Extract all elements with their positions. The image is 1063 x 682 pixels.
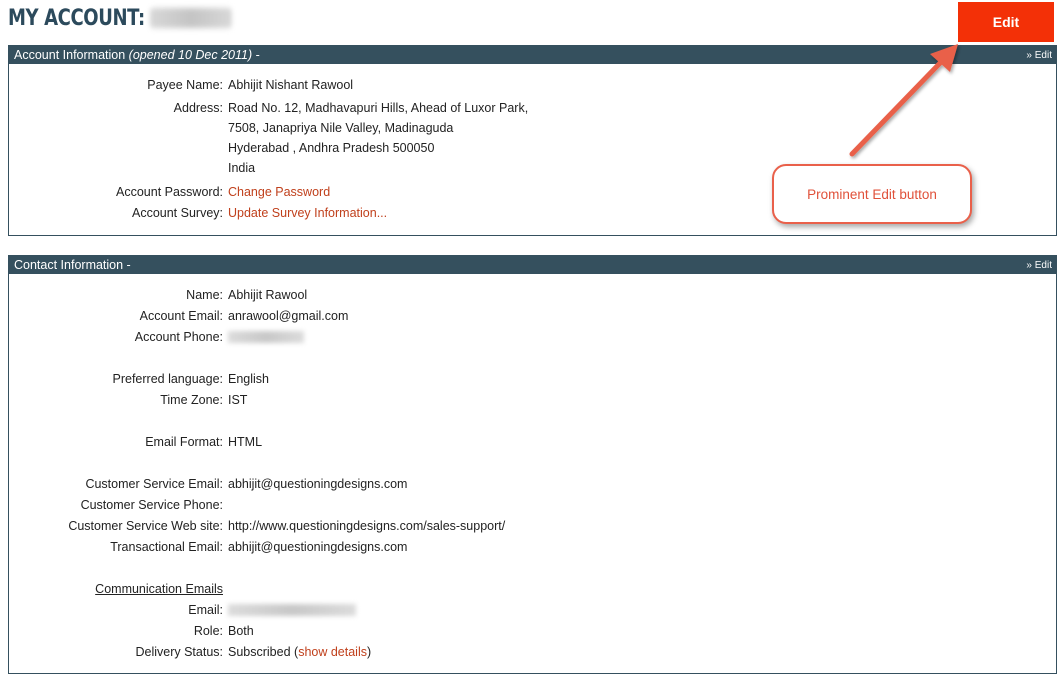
contact-edit-link[interactable]: » Edit	[1026, 260, 1052, 271]
delivery-status-label: Delivery Status:	[135, 645, 223, 659]
account-information-header: Account Information (opened 10 Dec 2011)…	[9, 46, 1056, 64]
opened-date: (opened 10 Dec 2011)	[128, 48, 253, 62]
timezone-label: Time Zone:	[160, 393, 223, 407]
delivery-status-row: Delivery Status: Subscribed (show detail…	[9, 642, 1056, 662]
account-email-value: anrawool@gmail.com	[228, 309, 349, 323]
address-line: India	[228, 161, 256, 175]
language-label: Preferred language:	[112, 372, 224, 386]
comm-email-label: Email:	[188, 603, 223, 617]
survey-label: Account Survey:	[131, 206, 223, 220]
payee-label: Payee Name:	[147, 78, 223, 92]
password-label: Account Password:	[116, 185, 223, 199]
address-line: Hyderabad , Andhra Pradesh 500050	[228, 141, 435, 155]
delivery-status-close: )	[366, 645, 372, 659]
change-password-link[interactable]: Change Password	[228, 182, 330, 202]
name-label: Name:	[186, 288, 223, 302]
page-title: MY ACCOUNT:	[8, 4, 232, 32]
language-value: English	[228, 372, 269, 386]
transactional-email-label: Transactional Email:	[110, 540, 223, 554]
update-survey-link[interactable]: Update Survey Information...	[228, 203, 387, 223]
cs-phone-label: Customer Service Phone:	[80, 498, 223, 512]
show-details-link[interactable]: show details	[298, 645, 367, 659]
cs-web-value: http://www.questioningdesigns.com/sales-…	[228, 519, 506, 533]
redacted-username	[149, 8, 232, 28]
role-value: Both	[228, 624, 254, 638]
communication-emails-link[interactable]: Communication Emails	[95, 579, 223, 599]
account-phone-label: Account Phone:	[134, 330, 223, 344]
address-row-3: Hyderabad , Andhra Pradesh 500050	[9, 138, 1056, 158]
cs-email-label: Customer Service Email:	[85, 477, 223, 491]
delivery-status-value: Subscribed (show details)	[228, 642, 371, 662]
account-email-label: Account Email:	[139, 309, 223, 323]
address-line: Road No. 12, Madhavapuri Hills, Ahead of…	[228, 101, 529, 115]
cs-email-row: Customer Service Email: abhijit@question…	[9, 474, 1056, 494]
cs-phone-row: Customer Service Phone:	[9, 495, 1056, 515]
timezone-row: Time Zone: IST	[9, 390, 1056, 410]
address-line: 7508, Janapriya Nile Valley, Madinaguda	[228, 121, 454, 135]
communication-emails-row: Communication Emails	[9, 579, 1056, 599]
payee-value: Abhijit Nishant Rawool	[228, 78, 354, 92]
account-email-row: Account Email: anrawool@gmail.com	[9, 306, 1056, 326]
redacted-email	[228, 604, 356, 616]
name-row: Name: Abhijit Rawool	[9, 285, 1056, 305]
contact-information-header: Contact Information - » Edit	[9, 256, 1056, 274]
payee-row: Payee Name: Abhijit Nishant Rawool	[9, 75, 1056, 95]
annotation-callout: Prominent Edit button	[772, 164, 972, 224]
comm-email-row: Email:	[9, 600, 1056, 620]
cs-web-label: Customer Service Web site:	[68, 519, 223, 533]
transactional-email-value: abhijit@questioningdesigns.com	[228, 540, 408, 554]
comm-email-value	[228, 600, 356, 622]
cs-web-row: Customer Service Web site: http://www.qu…	[9, 516, 1056, 536]
redacted-phone	[228, 331, 304, 343]
address-row: Address: Road No. 12, Madhavapuri Hills,…	[9, 98, 1056, 118]
section-title: Account Information (opened 10 Dec 2011)…	[14, 48, 260, 62]
email-format-value: HTML	[228, 435, 263, 449]
page-title-text: MY ACCOUNT:	[8, 5, 145, 31]
timezone-value: IST	[228, 393, 248, 407]
section-title-text: Account Information	[14, 48, 126, 62]
cs-email-value: abhijit@questioningdesigns.com	[228, 477, 408, 491]
email-format-row: Email Format: HTML	[9, 432, 1056, 452]
account-phone-value	[228, 327, 304, 349]
account-phone-row: Account Phone:	[9, 327, 1056, 347]
title-suffix: -	[252, 48, 260, 62]
transactional-email-row: Transactional Email: abhijit@questioning…	[9, 537, 1056, 557]
account-edit-link[interactable]: » Edit	[1026, 50, 1052, 61]
section-title: Contact Information -	[14, 258, 131, 272]
address-label: Address:	[173, 101, 223, 115]
name-value: Abhijit Rawool	[228, 288, 308, 302]
contact-information-section: Contact Information - » Edit Name: Abhij…	[8, 255, 1057, 674]
address-row-2: 7508, Janapriya Nile Valley, Madinaguda	[9, 118, 1056, 138]
annotation-text: Prominent Edit button	[807, 186, 937, 202]
role-label: Role:	[193, 624, 223, 638]
language-row: Preferred language: English	[9, 369, 1056, 389]
role-row: Role: Both	[9, 621, 1056, 641]
edit-button[interactable]: Edit	[958, 2, 1054, 42]
delivery-status-text: Subscribed (	[228, 645, 299, 659]
email-format-label: Email Format:	[145, 435, 223, 449]
